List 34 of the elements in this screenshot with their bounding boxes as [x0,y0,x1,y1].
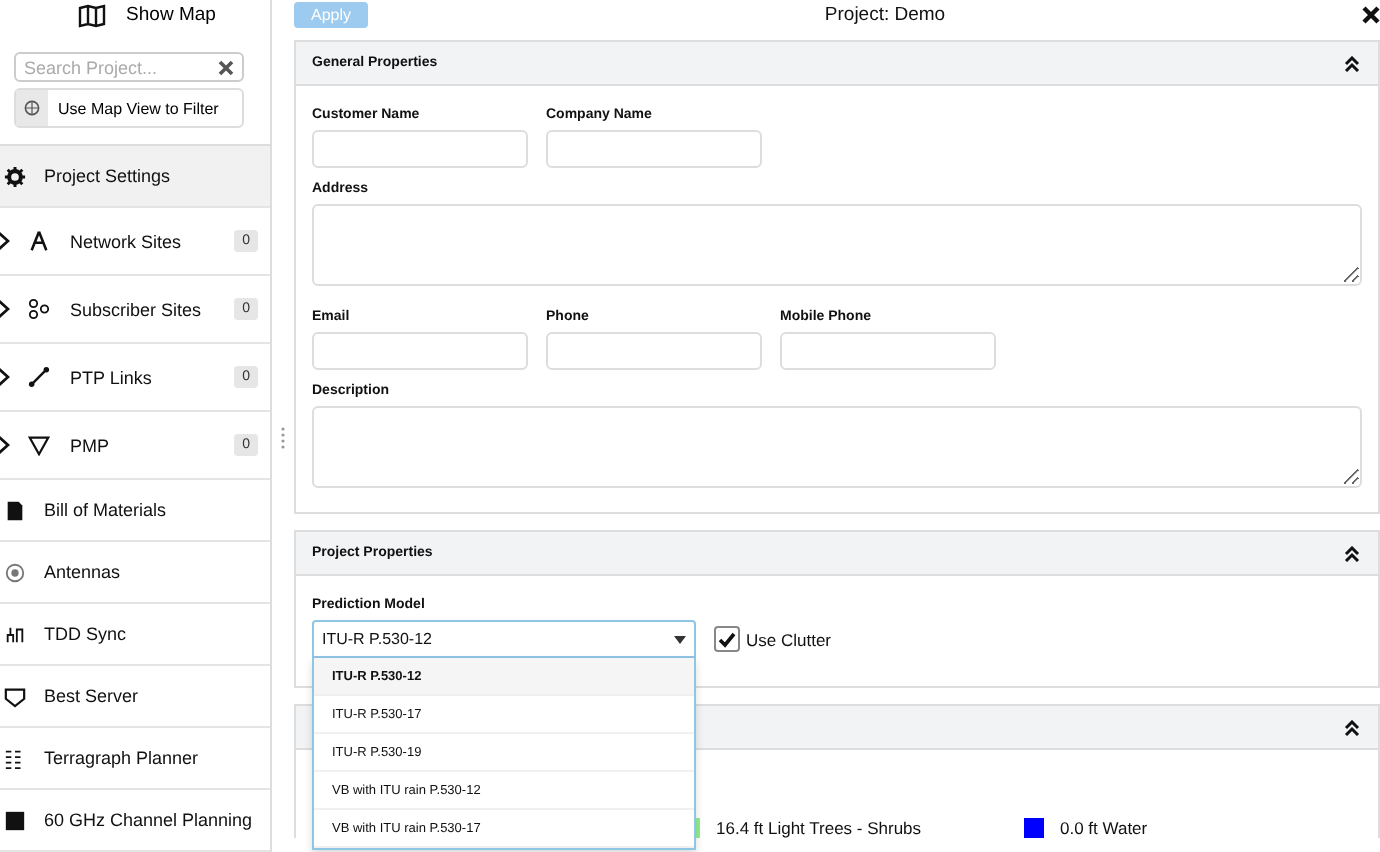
sidebar-item[interactable]: Project Settings [0,146,270,208]
checkbox-label: Use Clutter [746,629,832,649]
collapse-icon[interactable] [1344,719,1360,735]
prediction-model-select[interactable]: ITU-R P.530-12 [312,620,696,658]
use-clutter-checkbox[interactable] [714,626,740,652]
map-icon [78,3,107,28]
chevron-icon[interactable] [0,300,10,318]
text-field[interactable] [780,332,996,370]
show-map-button[interactable]: Show Map [24,0,270,31]
link-icon [28,366,50,388]
text-field[interactable] [546,332,762,370]
globe-icon [24,100,40,116]
resize-handle[interactable] [280,426,286,450]
chevron-icon[interactable] [0,368,10,386]
collapse-icon[interactable] [1344,55,1360,71]
text-field[interactable] [546,130,762,168]
chevron-icon[interactable] [0,436,10,454]
text-field[interactable] [312,130,528,168]
text-field[interactable] [312,332,528,370]
description-field[interactable] [312,406,1362,488]
document-icon [4,499,26,521]
address-field[interactable] [312,204,1362,286]
caret-icon [674,635,686,643]
legend-label: 16.4 ft Light Trees - Shrubs [716,818,922,838]
search-field[interactable]: Search Project... [14,52,244,82]
clear-icon[interactable] [218,59,234,76]
gear-icon [4,165,26,187]
chevron-icon[interactable] [0,232,10,250]
close-icon[interactable] [1362,5,1380,23]
map-filter-button[interactable]: Use Map View to Filter [14,88,244,128]
collapse-icon[interactable] [1344,545,1360,561]
grid-icon [4,747,26,769]
legend-label: 0.0 ft Water [1060,818,1148,838]
dialog-title: Project: Demo [822,3,948,25]
